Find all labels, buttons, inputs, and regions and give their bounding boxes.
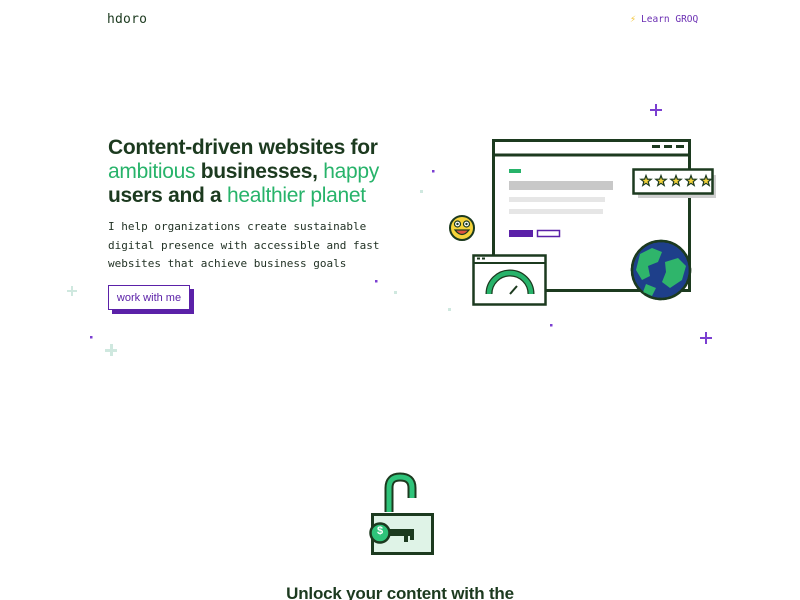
hero-title-highlight-happy: happy xyxy=(323,160,379,183)
star-icon xyxy=(699,173,713,187)
star-icon xyxy=(654,173,668,187)
site-logo[interactable]: hdoro xyxy=(107,12,147,27)
smiley-face-icon xyxy=(449,215,475,241)
star-icon xyxy=(639,173,653,187)
hero-description: I help organizations create sustainable … xyxy=(108,220,380,270)
browser-window-illustration xyxy=(492,139,691,292)
star-icon xyxy=(669,173,683,187)
hero-title-part-3: users and a xyxy=(108,184,227,207)
hero-title-highlight-ambitious: ambitious xyxy=(108,160,196,183)
learn-groq-link[interactable]: ⚡ Learn GROQ xyxy=(630,14,698,25)
gauge-window-illustration xyxy=(472,254,547,306)
work-with-me-button[interactable]: work with me xyxy=(108,285,190,310)
lightning-bolt-icon: ⚡ xyxy=(630,14,637,25)
hero-title-part-1: Content-driven websites for xyxy=(108,136,378,159)
unlocked-padlock-icon xyxy=(369,472,434,555)
hero-title: Content-driven websites for ambitious bu… xyxy=(108,136,438,208)
rating-card-illustration xyxy=(632,168,716,198)
globe-icon xyxy=(630,239,692,301)
hero-title-part-2: businesses, xyxy=(195,160,324,183)
star-icon xyxy=(684,173,698,187)
lock-dollar-symbol: $ xyxy=(376,525,384,537)
hero-title-highlight-planet: healthier planet xyxy=(226,184,366,207)
star-rating xyxy=(639,173,713,187)
section-title: Unlock your content with the xyxy=(286,584,514,600)
gauge-icon xyxy=(485,269,535,295)
learn-groq-label: Learn GROQ xyxy=(641,14,699,25)
